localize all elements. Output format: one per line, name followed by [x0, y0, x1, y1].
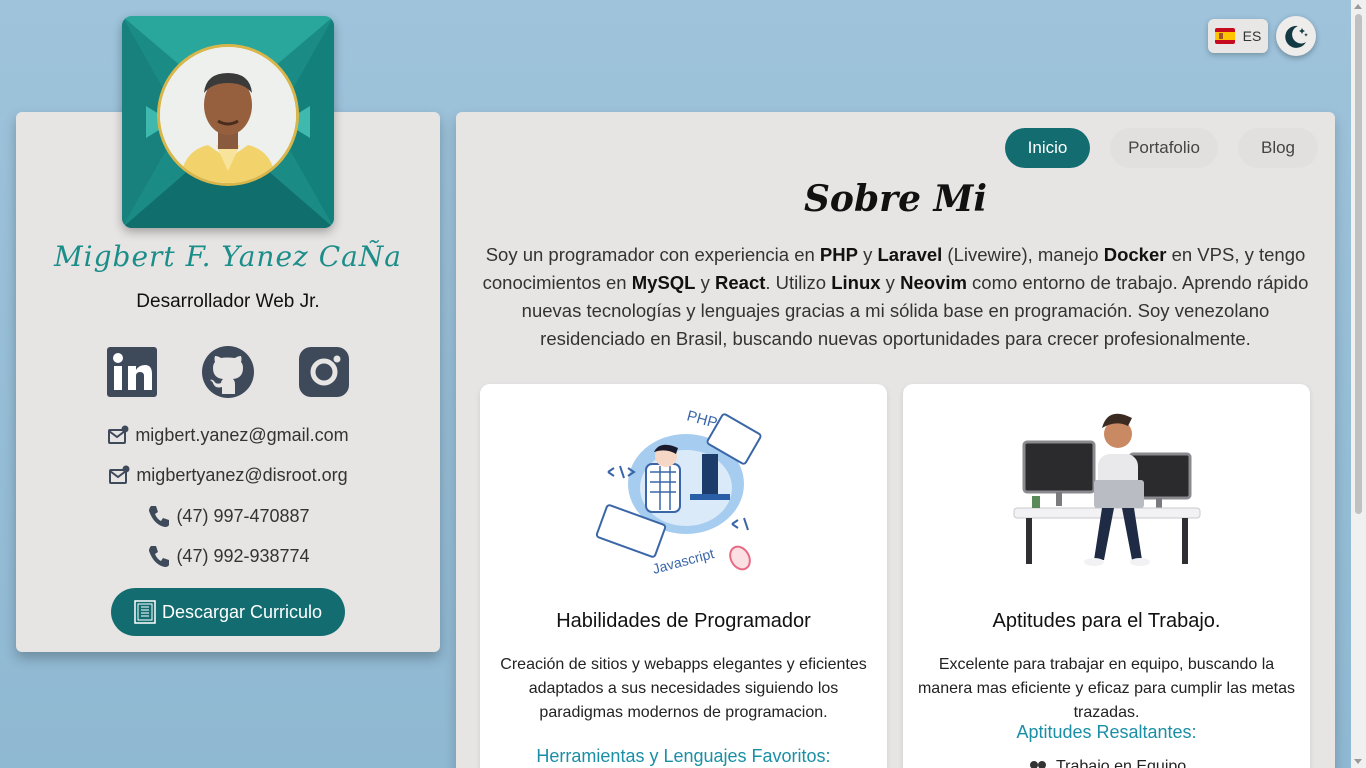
email-text: migbert.yanez@gmail.com: [135, 424, 349, 445]
skills-card-title: Habilidades de Programador: [556, 610, 811, 632]
phone-text: (47) 992-938774: [176, 545, 310, 566]
aptitudes-card-description: Excelente para trabajar en equipo, busca…: [917, 656, 1296, 721]
page-scrollbar[interactable]: [1351, 0, 1366, 768]
email-row-2[interactable]: migbertyanez@disroot.org: [16, 464, 440, 486]
spain-flag-icon: [1214, 28, 1235, 44]
tab-inicio[interactable]: Inicio: [1005, 128, 1090, 168]
moon-stars-icon: [1285, 25, 1308, 48]
tab-portafolio[interactable]: Portafolio: [1110, 128, 1218, 168]
skills-card-description: Creación de sitios y webapps elegantes y…: [500, 656, 867, 721]
about-title: Sobre Mi: [803, 178, 988, 220]
language-code: ES: [1242, 28, 1262, 44]
github-icon[interactable]: [202, 346, 254, 398]
php-label: PHP: [685, 407, 719, 431]
document-icon: [134, 600, 156, 624]
profile-photo: [157, 44, 299, 186]
scroll-up-arrow-icon[interactable]: [1354, 4, 1362, 9]
scrollbar-thumb[interactable]: [1355, 14, 1362, 514]
download-cv-button[interactable]: Descargar Curriculo: [111, 588, 345, 636]
avatar: [122, 16, 334, 228]
aptitudes-card-subtitle: Aptitudes Resaltantes:: [1016, 722, 1197, 742]
skills-card-subtitle: Herramientas y Lenguajes Favoritos:: [536, 746, 831, 766]
phone-row-2[interactable]: (47) 992-938774: [16, 544, 440, 568]
theme-toggle-button[interactable]: [1276, 16, 1316, 56]
instagram-icon[interactable]: [298, 346, 350, 398]
profile-name: Migbert F. Yanez CaÑa: [53, 240, 403, 273]
phone-icon: [149, 506, 170, 527]
email-row-1[interactable]: migbert.yanez@gmail.com: [16, 424, 440, 446]
aptitude-item-1: Trabajo en Equipo: [1028, 758, 1186, 768]
phone-icon: [149, 546, 170, 567]
javascript-label: Javascript: [651, 545, 716, 577]
email-text: migbertyanez@disroot.org: [136, 464, 348, 485]
programmer-illustration: PHP Javascript: [595, 407, 762, 577]
linkedin-icon[interactable]: [106, 346, 158, 398]
scroll-down-arrow-icon[interactable]: [1354, 759, 1362, 764]
profile-role: Desarrollador Web Jr.: [136, 291, 320, 312]
users-icon: [1030, 761, 1046, 768]
language-selector[interactable]: ES: [1208, 19, 1268, 53]
download-cv-label: Descargar Curriculo: [161, 601, 323, 622]
phone-text: (47) 997-470887: [176, 505, 310, 526]
email-icon: [108, 425, 129, 444]
email-icon: [109, 465, 130, 484]
tab-blog[interactable]: Blog: [1238, 128, 1318, 168]
workstation-illustration: [1013, 413, 1201, 566]
about-paragraph: Soy un programador con experiencia en PH…: [482, 244, 1309, 349]
aptitudes-card-title: Aptitudes para el Trabajo.: [992, 610, 1221, 632]
phone-row-1[interactable]: (47) 997-470887: [16, 504, 440, 528]
